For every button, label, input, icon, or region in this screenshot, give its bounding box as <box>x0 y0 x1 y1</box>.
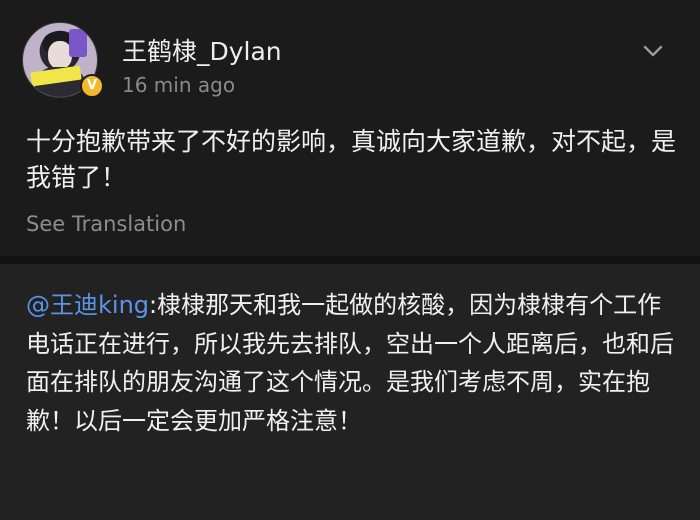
verified-badge-icon: V <box>80 74 104 98</box>
mention-link[interactable]: @王迪king <box>26 291 149 319</box>
post-timestamp: 16 min ago <box>122 73 236 97</box>
post-body-text: 十分抱歉带来了不好的影响，真诚向大家道歉，对不起，是我错了！ <box>26 127 677 192</box>
section-divider <box>0 256 700 264</box>
chevron-down-icon[interactable] <box>642 40 664 62</box>
avatar-tag <box>69 29 87 57</box>
reply-text-block: @王迪king:棣棣那天和我一起做的核酸，因为棣棣有个工作电话正在进行，所以我先… <box>26 286 678 440</box>
username-link[interactable]: 王鹤棣_Dylan <box>122 32 282 68</box>
see-translation-link[interactable]: See Translation <box>26 212 186 236</box>
reply-comment: @王迪king:棣棣那天和我一起做的核酸，因为棣棣有个工作电话正在进行，所以我先… <box>0 264 700 520</box>
weibo-post: V 王鹤棣_Dylan 16 min ago 十分抱歉带来了不好的影响，真诚向大… <box>0 0 700 256</box>
avatar-button[interactable]: V <box>22 22 104 98</box>
